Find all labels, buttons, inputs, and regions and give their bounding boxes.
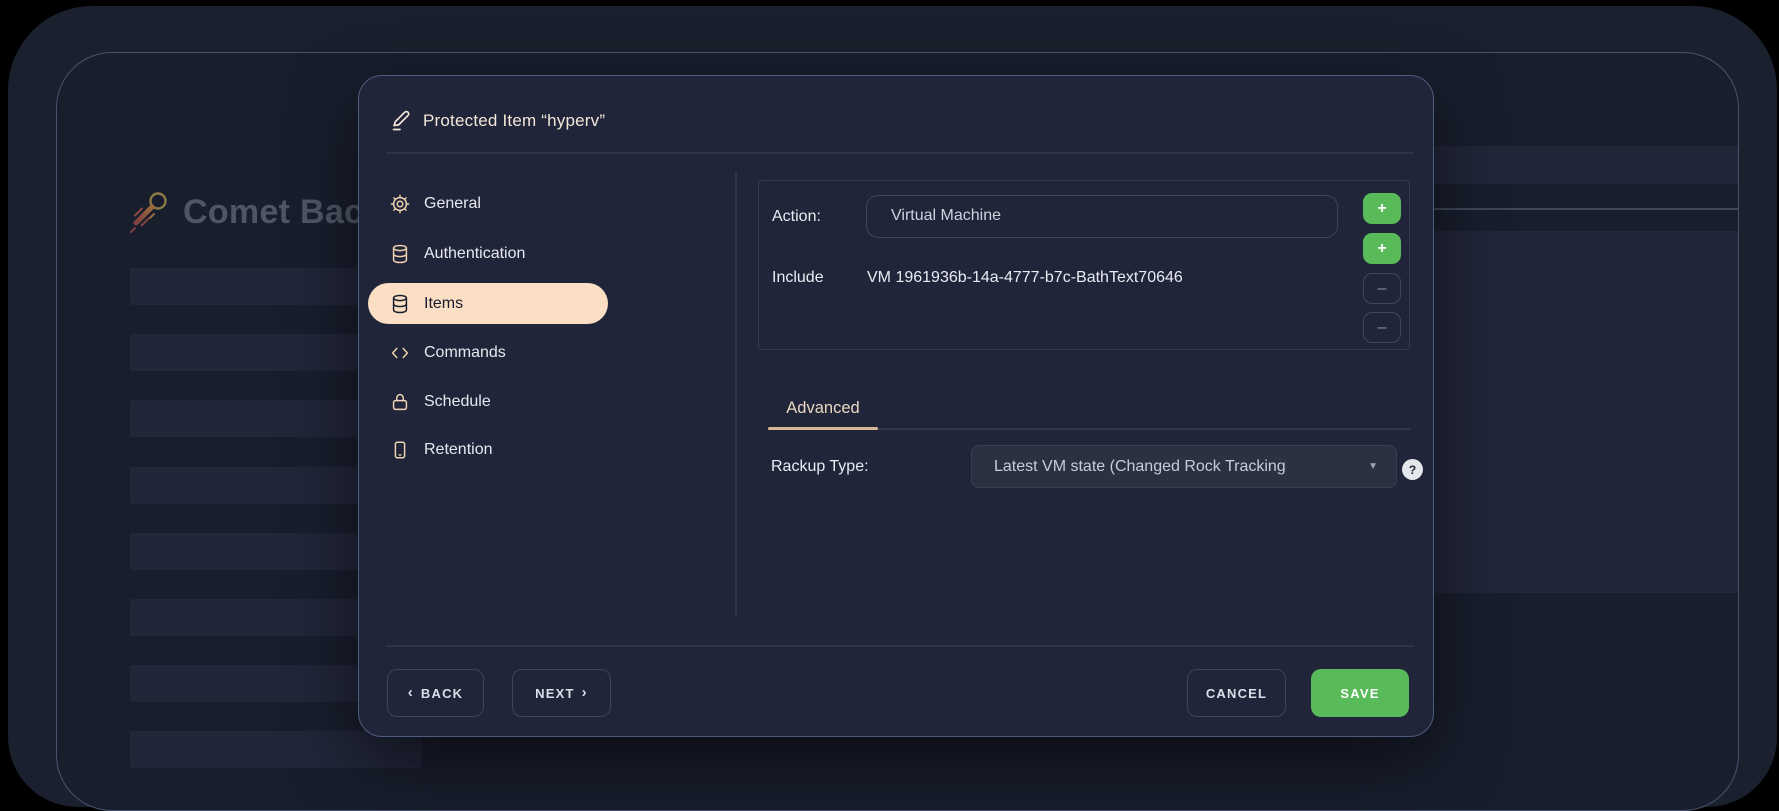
code-icon [391,347,409,358]
protected-item-dialog: Protected Item “hyperv” General Authenti… [358,75,1434,737]
comet-icon [130,192,167,233]
content-divider [735,172,737,616]
rackup-type-value: Latest VM state (Changed Rock Tracking [994,458,1286,475]
chevron-right-icon: › [581,683,588,701]
app-shell: Comet Backup Protected Item “hyperv” Gen… [8,6,1777,811]
nav-item-commands[interactable]: Commands [368,332,608,373]
tab-advanced[interactable]: Advanced [768,399,878,418]
cancel-button[interactable]: CANCEL [1187,669,1286,717]
help-icon[interactable]: ? [1402,459,1423,480]
nav-item-schedule[interactable]: Schedule [368,381,608,422]
add-item-button[interactable]: + [1363,193,1401,224]
dialog-title: Protected Item “hyperv” [423,111,606,130]
save-button-label: SAVE [1340,685,1380,701]
nav-label: Schedule [424,392,491,410]
nav-label: Commands [424,343,506,361]
chevron-down-icon: ▼ [1368,461,1378,472]
include-value: VM 1961936b-14a-4777-b7c-BathText70646 [867,269,1183,286]
back-button[interactable]: ‹ BACK [387,669,484,717]
remove-item-button[interactable]: – [1363,312,1401,343]
nav-item-items[interactable]: Items [368,283,608,324]
rackup-type-label: Rackup Type: [771,458,869,475]
remove-item-button[interactable]: – [1363,273,1401,304]
nav-label: Retention [424,440,493,458]
database-icon [392,294,408,313]
save-button[interactable]: SAVE [1311,669,1409,717]
action-select[interactable]: Virtual Machine [866,195,1338,238]
include-label: Include [772,269,824,286]
nav-item-general[interactable]: General [368,183,608,224]
nav-item-authentication[interactable]: Authentication [368,233,608,274]
chevron-left-icon: ‹ [407,683,414,701]
nav-label: General [424,194,481,212]
title-divider [386,152,1414,154]
footer-divider [386,645,1414,647]
next-button-label: NEXT [535,685,575,701]
edit-pencil-icon [392,110,410,131]
add-item-button[interactable]: + [1363,233,1401,264]
nav-item-retention[interactable]: Retention [368,429,608,470]
back-button-label: BACK [420,685,464,701]
lock-icon [392,393,408,410]
device-icon [394,440,406,459]
rackup-type-select[interactable]: Latest VM state (Changed Rock Tracking ▼ [971,445,1397,488]
database-icon [392,244,408,263]
item-config-box: Action: Virtual Machine Include VM 19619… [758,180,1410,350]
action-label: Action: [772,208,821,225]
gear-icon [390,194,410,213]
tab-active-underline [768,427,878,430]
nav-label: Authentication [424,244,526,262]
cancel-button-label: CANCEL [1205,685,1268,701]
nav-label: Items [424,294,464,312]
next-button[interactable]: NEXT › [512,669,611,717]
